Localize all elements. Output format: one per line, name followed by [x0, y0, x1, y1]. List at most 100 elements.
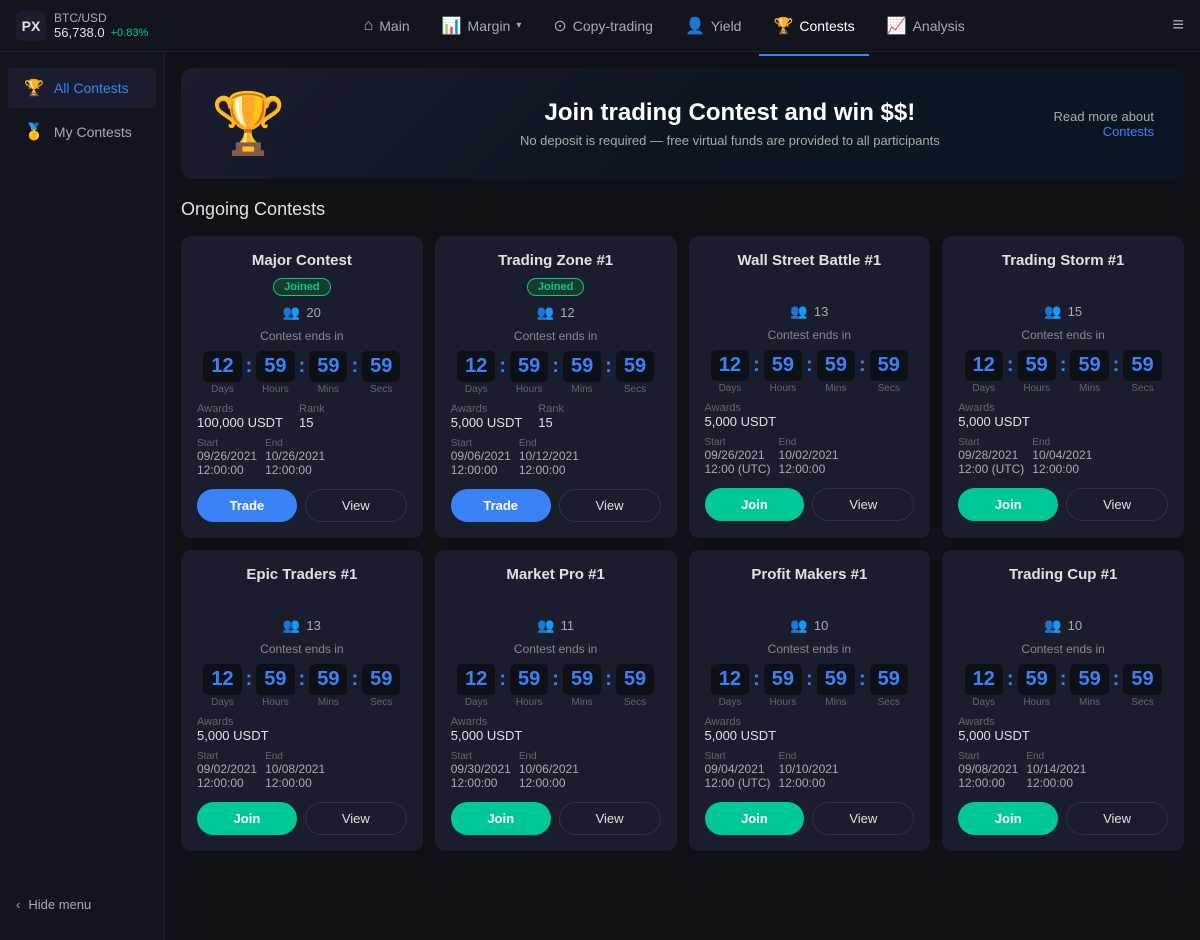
view-button[interactable]: View	[1066, 488, 1168, 521]
timer-sep3: :	[1111, 668, 1122, 691]
joined-badge: Joined	[527, 278, 584, 296]
hide-menu-chevron-icon: ‹	[16, 897, 20, 912]
nav-main[interactable]: ⌂ Main	[350, 11, 424, 41]
timer-hours-label: Hours	[770, 383, 797, 394]
timer-days: 12	[711, 664, 749, 695]
sidebar-item-all-contests[interactable]: 🏆 All Contests	[8, 68, 156, 108]
nav-contests[interactable]: 🏆 Contests	[759, 10, 868, 42]
end-date: 10/06/2021	[519, 762, 579, 776]
contests-banner: 🏆 Join trading Contest and win $$! No de…	[181, 68, 1184, 179]
end-time: 12:00:00	[265, 463, 325, 477]
participants-count: 👥 12	[451, 304, 661, 321]
nav-items: ⌂ Main 📊 Margin ▾ ⊙ Copy-trading 👤 Yield…	[156, 10, 1172, 42]
ends-label: Contest ends in	[705, 328, 915, 342]
participants-icon: 👥	[1044, 303, 1061, 320]
contests-grid-row1: Major ContestJoined 👥 20 Contest ends in…	[181, 236, 1184, 538]
awards-rank-row: Awards 5,000 USDT Rank 15	[451, 403, 661, 430]
end-label: End	[265, 751, 325, 762]
trade-button[interactable]: Trade	[451, 489, 551, 522]
start-label: Start	[197, 751, 257, 762]
view-button[interactable]: View	[305, 802, 407, 835]
nav-copy-trading[interactable]: ⊙ Copy-trading	[539, 10, 667, 42]
timer-secs: 59	[362, 664, 400, 695]
countdown-timer: 12 Days : 59 Hours : 59 Mins : 59 Secs	[705, 664, 915, 708]
join-button[interactable]: Join	[705, 488, 805, 521]
timer-secs-label: Secs	[1131, 383, 1153, 394]
sidebar-all-contests-label: All Contests	[54, 80, 129, 96]
dates-row: Start 09/08/2021 12:00:00 End 10/14/2021…	[958, 751, 1168, 790]
view-button[interactable]: View	[559, 802, 661, 835]
timer-hours: 59	[764, 350, 802, 381]
btc-price: 56,738.0	[54, 25, 105, 40]
timer-mins: 59	[817, 664, 855, 695]
view-button[interactable]: View	[305, 489, 407, 522]
view-button[interactable]: View	[812, 802, 914, 835]
awards-label: Awards	[451, 716, 523, 728]
start-time: 12:00 (UTC)	[705, 776, 771, 790]
join-button[interactable]: Join	[197, 802, 297, 835]
contest-card: Trading Storm #1 👥 15 Contest ends in 12…	[942, 236, 1184, 538]
participants-icon: 👥	[537, 304, 554, 321]
nav-analysis[interactable]: 📈 Analysis	[873, 10, 979, 42]
timer-hours-label: Hours	[516, 384, 543, 395]
banner-link-anchor[interactable]: Contests	[1103, 124, 1154, 139]
sidebar-menu: 🏆 All Contests 🥇 My Contests	[0, 68, 164, 152]
timer-days-label: Days	[719, 383, 742, 394]
join-button[interactable]: Join	[958, 802, 1058, 835]
timer-mins: 59	[309, 351, 347, 382]
end-time: 12:00:00	[265, 776, 325, 790]
participants-icon: 👥	[790, 303, 807, 320]
timer-sep2: :	[1058, 354, 1069, 377]
timer-mins: 59	[563, 664, 601, 695]
awards-rank-row: Awards 5,000 USDT	[958, 716, 1168, 743]
timer-hours: 59	[256, 351, 294, 382]
card-title: Profit Makers #1	[705, 566, 915, 583]
view-button[interactable]: View	[812, 488, 914, 521]
end-date: 10/26/2021	[265, 449, 325, 463]
timer-days-label: Days	[719, 697, 742, 708]
timer-mins: 59	[1070, 350, 1108, 381]
end-label: End	[519, 438, 579, 449]
start-date: 09/28/2021	[958, 448, 1024, 462]
timer-secs: 59	[870, 664, 908, 695]
timer-days-label: Days	[972, 383, 995, 394]
contest-card: Wall Street Battle #1 👥 13 Contest ends …	[689, 236, 931, 538]
rank-label: Rank	[299, 403, 325, 415]
timer-mins-label: Mins	[318, 697, 339, 708]
card-title: Epic Traders #1	[197, 566, 407, 583]
join-button[interactable]: Join	[958, 488, 1058, 521]
dates-row: Start 09/26/2021 12:00:00 End 10/26/2021…	[197, 438, 407, 477]
nav-contests-label: Contests	[799, 18, 854, 34]
view-button[interactable]: View	[1066, 802, 1168, 835]
join-button[interactable]: Join	[705, 802, 805, 835]
sidebar-my-contests-label: My Contests	[54, 124, 132, 140]
participants-icon: 👥	[790, 617, 807, 634]
timer-hours-label: Hours	[516, 697, 543, 708]
timer-days-label: Days	[211, 697, 234, 708]
contest-card: Profit Makers #1 👥 10 Contest ends in 12…	[689, 550, 931, 851]
participants-count: 👥 13	[705, 303, 915, 320]
timer-hours-label: Hours	[262, 697, 289, 708]
awards-rank-row: Awards 100,000 USDT Rank 15	[197, 403, 407, 430]
awards-rank-row: Awards 5,000 USDT	[705, 716, 915, 743]
start-label: Start	[451, 438, 511, 449]
trade-button[interactable]: Trade	[197, 489, 297, 522]
timer-sep3: :	[603, 668, 614, 691]
nav-margin[interactable]: 📊 Margin ▾	[428, 10, 536, 42]
topnav: PX BTC/USD 56,738.0 +0.83% ⌂ Main 📊 Marg…	[0, 0, 1200, 52]
start-time: 12:00 (UTC)	[958, 462, 1024, 476]
analysis-icon: 📈	[887, 16, 907, 36]
hamburger-menu[interactable]: ≡	[1172, 14, 1184, 37]
timer-sep3: :	[349, 355, 360, 378]
sidebar-item-my-contests[interactable]: 🥇 My Contests	[8, 112, 156, 152]
join-button[interactable]: Join	[451, 802, 551, 835]
rank-value: 15	[299, 415, 325, 430]
nav-yield[interactable]: 👤 Yield	[671, 10, 756, 42]
start-date: 09/26/2021	[197, 449, 257, 463]
nav-main-label: Main	[379, 18, 409, 34]
my-contests-icon: 🥇	[24, 122, 44, 142]
sidebar-footer[interactable]: ‹ Hide menu	[0, 885, 164, 924]
card-title: Market Pro #1	[451, 566, 661, 583]
contest-card: Market Pro #1 👥 11 Contest ends in 12 Da…	[435, 550, 677, 851]
view-button[interactable]: View	[559, 489, 661, 522]
